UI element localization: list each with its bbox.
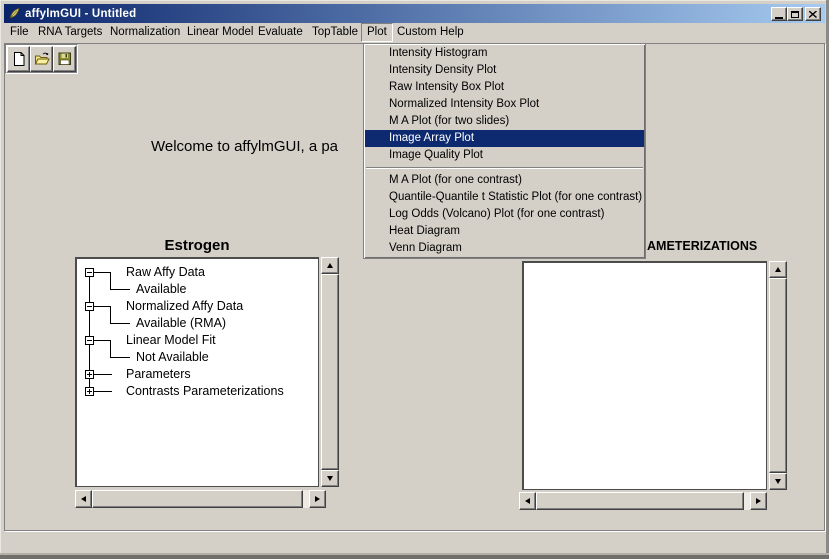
close-icon (809, 11, 817, 18)
left-panel-horizontal-scrollbar[interactable] (75, 490, 326, 508)
maximize-button[interactable] (787, 7, 803, 21)
plot-menu-dropdown: Intensity Histogram Intensity Density Pl… (363, 43, 646, 259)
toolbar (5, 44, 78, 74)
tree-expander-minus[interactable] (85, 268, 94, 277)
left-panel-title: Estrogen (75, 237, 319, 254)
tree-item-not-available[interactable]: Not Available (136, 350, 209, 364)
tree-connector-line (110, 323, 130, 324)
tree-expander-plus[interactable] (85, 387, 94, 396)
right-listbox[interactable] (522, 261, 767, 490)
menu-item-image-array-plot[interactable]: Image Array Plot (365, 130, 644, 147)
arrow-left-icon (81, 496, 86, 502)
save-file-button[interactable] (53, 46, 76, 72)
save-floppy-icon (57, 51, 73, 67)
open-file-button[interactable] (30, 46, 53, 72)
menubar-item-file[interactable]: File (4, 23, 35, 42)
tree-expander-plus[interactable] (85, 370, 94, 379)
welcome-text: Welcome to affylmGUI, a pa (151, 138, 338, 155)
menu-separator (366, 167, 643, 169)
arrow-up-icon (327, 263, 333, 268)
tree-connector-line (110, 357, 130, 358)
toolbar-button-group (6, 45, 77, 73)
close-button[interactable] (805, 7, 821, 21)
scrollbar-thumb[interactable] (92, 490, 303, 508)
scrollbar-thumb[interactable] (321, 274, 339, 470)
tree-connector-line (94, 306, 110, 307)
menu-item-ma-plot-two-slides[interactable]: M A Plot (for two slides) (365, 113, 644, 130)
menu-item-normalized-intensity-box-plot[interactable]: Normalized Intensity Box Plot (365, 96, 644, 113)
scroll-down-button[interactable] (321, 470, 339, 487)
tree-connector-line (94, 391, 112, 392)
menu-item-intensity-histogram[interactable]: Intensity Histogram (365, 45, 644, 62)
menu-item-intensity-density-plot[interactable]: Intensity Density Plot (365, 62, 644, 79)
menubar-item-linear-model[interactable]: Linear Model (181, 23, 259, 42)
menu-item-log-odds-volcano-plot[interactable]: Log Odds (Volcano) Plot (for one contras… (365, 206, 644, 223)
new-file-icon (11, 51, 27, 67)
arrow-left-icon (525, 498, 530, 504)
tree-item-parameters[interactable]: Parameters (126, 367, 191, 381)
tree-connector-line (110, 306, 111, 323)
tree-connector-line (110, 340, 111, 357)
feather-icon (8, 7, 21, 20)
arrow-up-icon (775, 267, 781, 272)
scroll-right-button[interactable] (750, 492, 767, 510)
right-panel-title-partial: AMETERIZATIONS (647, 239, 757, 253)
new-file-button[interactable] (7, 46, 30, 72)
menu-item-raw-intensity-box-plot[interactable]: Raw Intensity Box Plot (365, 79, 644, 96)
right-panel-horizontal-scrollbar[interactable] (519, 492, 767, 510)
arrow-right-icon (315, 496, 320, 502)
open-folder-icon (34, 51, 50, 67)
tree-connector-line (94, 374, 112, 375)
tree-item-available-rma[interactable]: Available (RMA) (136, 316, 226, 330)
maximize-icon (791, 11, 799, 18)
tree-item-raw-affy-data[interactable]: Raw Affy Data (126, 265, 205, 279)
tree-item-contrasts-parameterizations[interactable]: Contrasts Parameterizations (126, 384, 284, 398)
scroll-left-button[interactable] (519, 492, 536, 510)
titlebar[interactable]: affylmGUI - Untitled (4, 4, 825, 23)
tree-item-linear-model-fit[interactable]: Linear Model Fit (126, 333, 216, 347)
window-title: affylmGUI - Untitled (25, 8, 136, 20)
tree-expander-minus[interactable] (85, 302, 94, 311)
tree-connector-line (110, 272, 111, 289)
scroll-up-button[interactable] (321, 257, 339, 274)
window-edge (0, 555, 829, 559)
tree-item-available[interactable]: Available (136, 282, 187, 296)
menubar-item-plot[interactable]: Plot (361, 23, 393, 42)
tree-expander-minus[interactable] (85, 336, 94, 345)
menu-item-qq-t-statistic-plot[interactable]: Quantile-Quantile t Statistic Plot (for … (365, 189, 644, 206)
left-panel-vertical-scrollbar[interactable] (321, 257, 339, 487)
menubar-item-rna-targets[interactable]: RNA Targets (32, 23, 108, 42)
menubar-item-evaluate[interactable]: Evaluate (252, 23, 309, 42)
menu-item-image-quality-plot[interactable]: Image Quality Plot (365, 147, 644, 164)
scrollbar-thumb[interactable] (769, 278, 787, 473)
tree-item-normalized-affy-data[interactable]: Normalized Affy Data (126, 299, 243, 313)
minimize-icon (775, 17, 783, 19)
menubar-item-toptable[interactable]: TopTable (306, 23, 364, 42)
tree-connector-line (110, 289, 130, 290)
left-tree-listbox[interactable] (75, 257, 319, 487)
minimize-button[interactable] (771, 7, 787, 21)
menu-item-ma-plot-one-contrast[interactable]: M A Plot (for one contrast) (365, 172, 644, 189)
scrollbar-thumb[interactable] (536, 492, 744, 510)
scroll-left-button[interactable] (75, 490, 92, 508)
arrow-right-icon (756, 498, 761, 504)
arrow-down-icon (327, 476, 333, 481)
right-panel-vertical-scrollbar[interactable] (769, 261, 787, 490)
menubar-item-normalization[interactable]: Normalization (104, 23, 186, 42)
scroll-down-button[interactable] (769, 473, 787, 490)
menu-item-venn-diagram[interactable]: Venn Diagram (365, 240, 644, 257)
tree-connector-line (94, 340, 110, 341)
application-window: { "window": { "title": "affylmGUI - Unti… (0, 0, 829, 559)
scroll-up-button[interactable] (769, 261, 787, 278)
arrow-down-icon (775, 479, 781, 484)
menu-item-heat-diagram[interactable]: Heat Diagram (365, 223, 644, 240)
scroll-right-button[interactable] (309, 490, 326, 508)
menubar-item-help[interactable]: Help (434, 23, 470, 42)
tree-connector-line (94, 272, 110, 273)
